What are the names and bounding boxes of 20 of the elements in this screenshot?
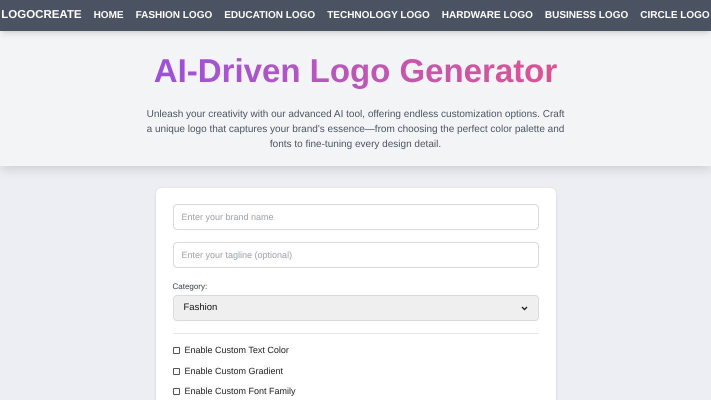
- nav-link[interactable]: HOME: [94, 8, 124, 23]
- checkbox[interactable]: [172, 388, 180, 396]
- nav-link[interactable]: EDUCATION LOGO: [224, 8, 316, 23]
- tagline-field[interactable]: Enter your tagline (optional): [172, 242, 538, 268]
- checkbox-label: Enable Custom Font Family: [184, 385, 296, 398]
- nav-link[interactable]: TECHNOLOGY LOGO: [327, 8, 430, 23]
- nav-link[interactable]: FASHION LOGO: [136, 8, 212, 23]
- chevron-down-icon: [520, 306, 528, 310]
- checkbox-label: Enable Custom Gradient: [184, 364, 284, 378]
- nav-link[interactable]: HARDWARE LOGO: [442, 8, 533, 23]
- nav-link[interactable]: CIRCLE LOGO: [640, 8, 710, 23]
- category-select[interactable]: Fashion: [172, 295, 538, 321]
- checkbox-label: Enable Custom Text Color: [184, 344, 289, 357]
- category-label: Category:: [172, 281, 208, 293]
- hero-description: Unleash your creativity with our advanced AI tool, offering endless customization options. Craft a unique logo that captures your brand's essence—from choosing the perfect color palette and fonts to fine-tuning every design detail.: [146, 108, 566, 152]
- nav-link[interactable]: BUSINESS LOGO: [544, 8, 628, 23]
- checkbox[interactable]: [172, 347, 180, 354]
- checkbox[interactable]: [172, 368, 180, 375]
- brand-logo-link[interactable]: LOGOCREATE: [1, 6, 82, 24]
- brand-name-field[interactable]: Enter your brand name: [172, 204, 538, 230]
